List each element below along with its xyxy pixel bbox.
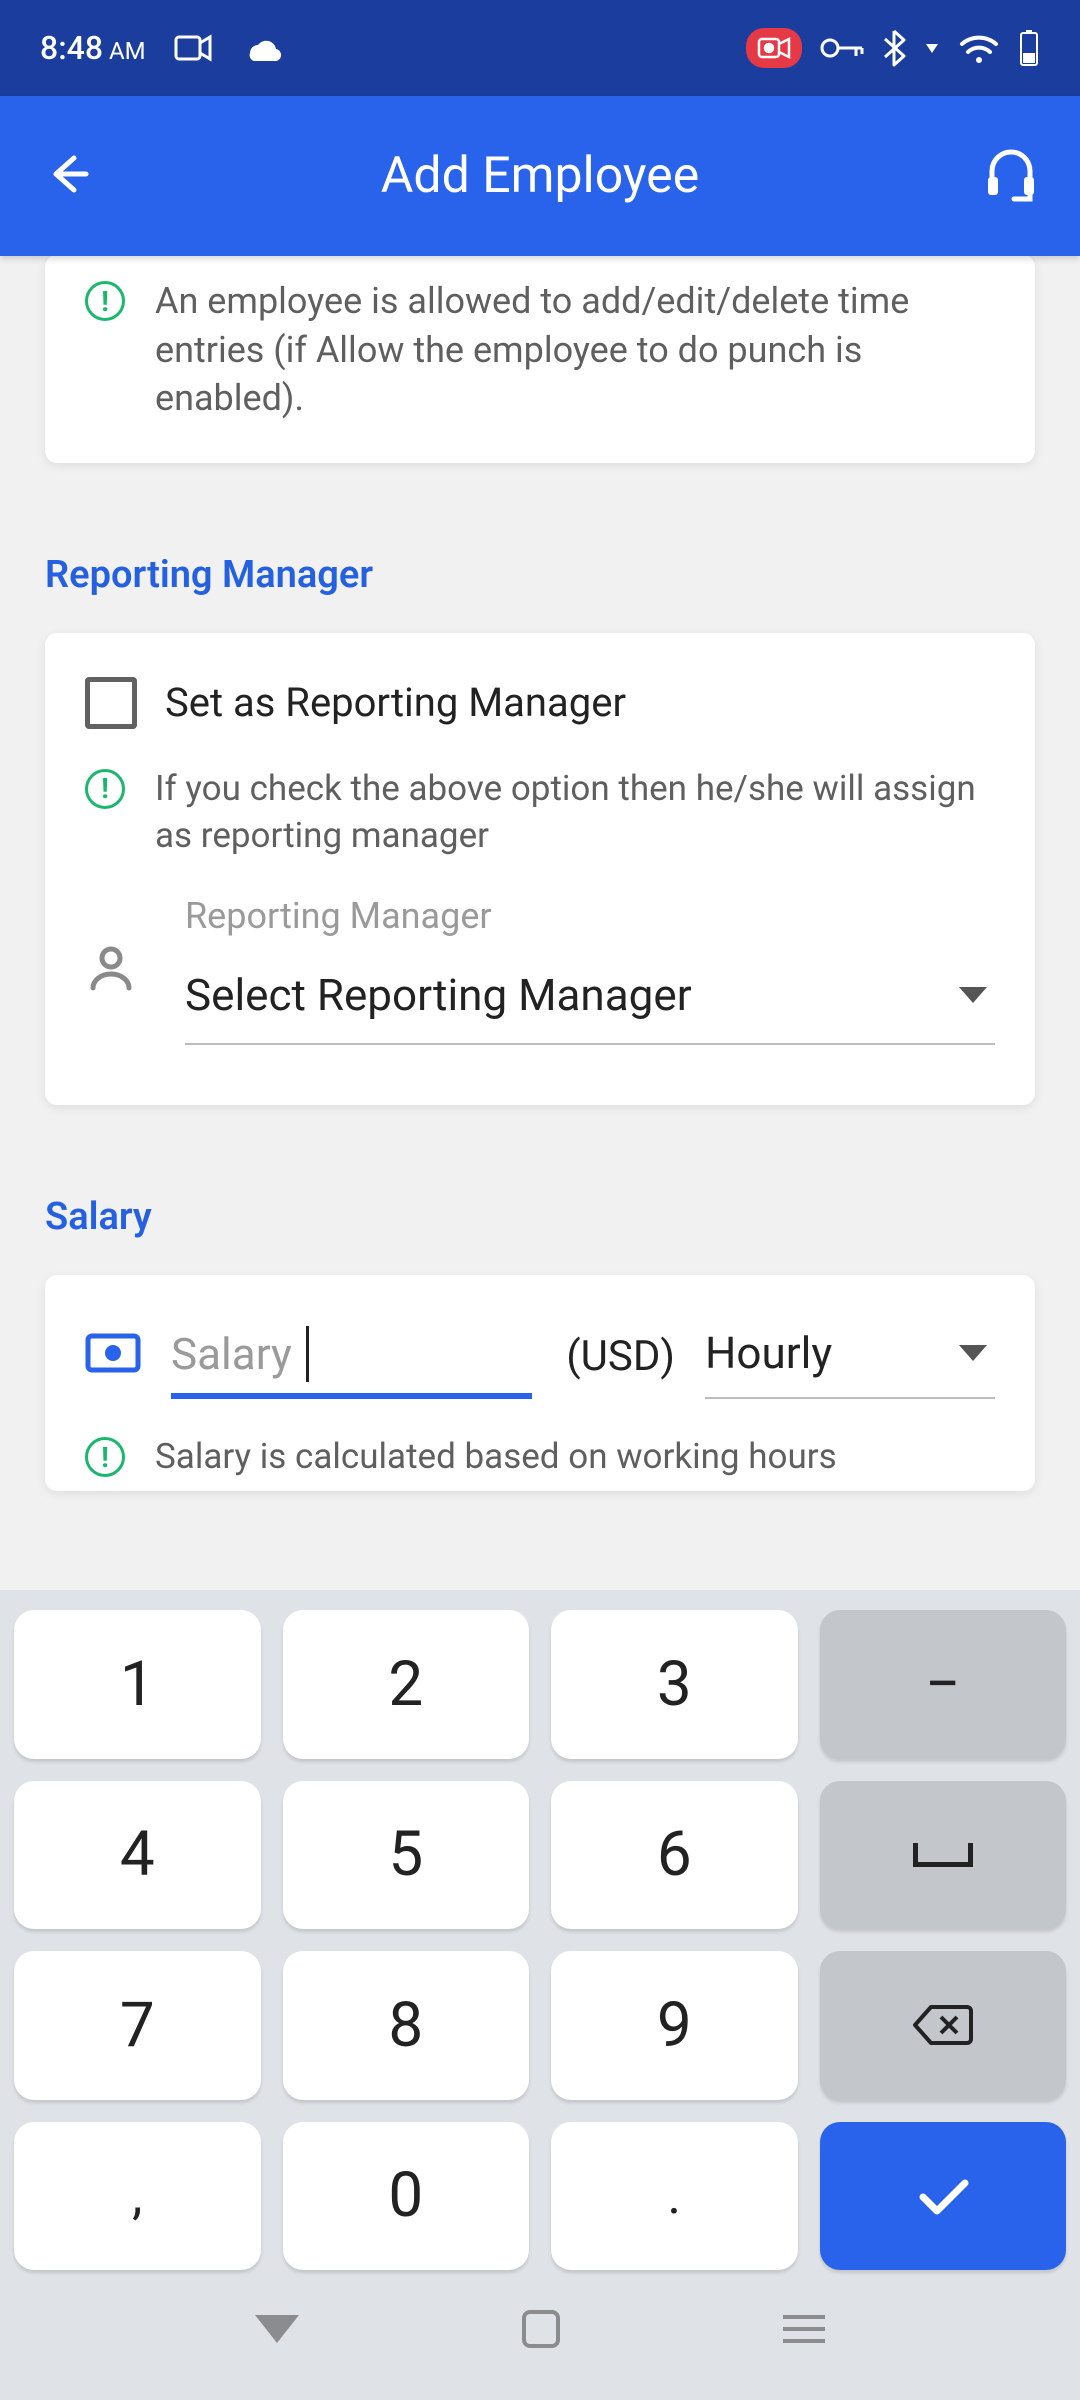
info-note-card: ! An employee is allowed to add/edit/del… (45, 255, 1035, 463)
support-headset-button[interactable] (982, 145, 1040, 207)
space-icon (913, 1843, 973, 1867)
salary-hint-text: Salary is calculated based on working ho… (155, 1433, 837, 1480)
key-minus[interactable]: − (820, 1610, 1067, 1759)
status-bar: 8:48AM (0, 0, 1080, 96)
page-title: Add Employee (0, 147, 1080, 205)
nav-back-button[interactable] (255, 2315, 299, 2343)
salary-card: Salary (USD) Hourly ! Salary is calculat… (45, 1275, 1035, 1490)
key-5[interactable]: 5 (283, 1781, 530, 1930)
back-button[interactable] (40, 146, 96, 206)
key-7[interactable]: 7 (14, 1951, 261, 2100)
section-title-salary: Salary (45, 1195, 1080, 1239)
nav-home-button[interactable] (522, 2310, 560, 2348)
system-nav-bar (14, 2270, 1066, 2388)
checkbox-label: Set as Reporting Manager (165, 679, 626, 726)
key-enter[interactable] (820, 2122, 1067, 2271)
key-space[interactable] (820, 1781, 1067, 1930)
money-icon (85, 1333, 141, 1377)
currency-label: (USD) (566, 1332, 675, 1381)
salary-period-select[interactable]: Hourly (705, 1319, 995, 1399)
reporting-manager-card: Set as Reporting Manager ! If you check … (45, 633, 1035, 1106)
dropdown-small-icon (924, 40, 940, 56)
info-icon: ! (85, 1437, 125, 1477)
key-backspace[interactable] (820, 1951, 1067, 2100)
text-cursor-icon (306, 1326, 309, 1382)
set-reporting-manager-checkbox-row[interactable]: Set as Reporting Manager (85, 677, 995, 729)
numeric-keyboard: 1 2 3 − 4 5 6 7 8 9 , 0 . (0, 1590, 1080, 2400)
person-icon (85, 942, 137, 998)
chevron-down-icon (959, 1345, 987, 1361)
bluetooth-icon (882, 29, 906, 67)
check-icon (913, 2173, 973, 2219)
key-dot[interactable]: . (551, 2122, 798, 2271)
reporting-manager-field-label: Reporting Manager (185, 895, 995, 937)
checkbox-icon[interactable] (85, 677, 137, 729)
period-value: Hourly (705, 1327, 911, 1379)
key-9[interactable]: 9 (551, 1951, 798, 2100)
info-icon: ! (85, 281, 125, 321)
salary-placeholder: Salary (171, 1328, 292, 1380)
battery-icon (1018, 29, 1040, 67)
reporting-hint-text: If you check the above option then he/sh… (155, 765, 995, 860)
backspace-icon (911, 2003, 975, 2047)
video-icon (174, 33, 214, 63)
key-6[interactable]: 6 (551, 1781, 798, 1930)
nav-recents-button[interactable] (783, 2315, 825, 2343)
info-icon: ! (85, 769, 125, 809)
info-note-text: An employee is allowed to add/edit/delet… (155, 277, 995, 423)
status-time: 8:48AM (40, 29, 146, 67)
key-0[interactable]: 0 (283, 2122, 530, 2271)
select-value: Select Reporting Manager (185, 969, 959, 1021)
key-3[interactable]: 3 (551, 1610, 798, 1759)
app-bar: Add Employee (0, 96, 1080, 256)
key-2[interactable]: 2 (283, 1610, 530, 1759)
section-title-reporting: Reporting Manager (45, 553, 1080, 597)
chevron-down-icon (959, 987, 987, 1003)
key-comma[interactable]: , (14, 2122, 261, 2271)
key-4[interactable]: 4 (14, 1781, 261, 1930)
wifi-icon (958, 32, 1000, 64)
key-8[interactable]: 8 (283, 1951, 530, 2100)
recording-badge-icon (746, 28, 802, 68)
vpn-key-icon (820, 36, 864, 60)
key-1[interactable]: 1 (14, 1610, 261, 1759)
cloud-icon (242, 33, 282, 63)
salary-input[interactable]: Salary (171, 1321, 532, 1399)
reporting-manager-select[interactable]: Select Reporting Manager (185, 951, 995, 1045)
